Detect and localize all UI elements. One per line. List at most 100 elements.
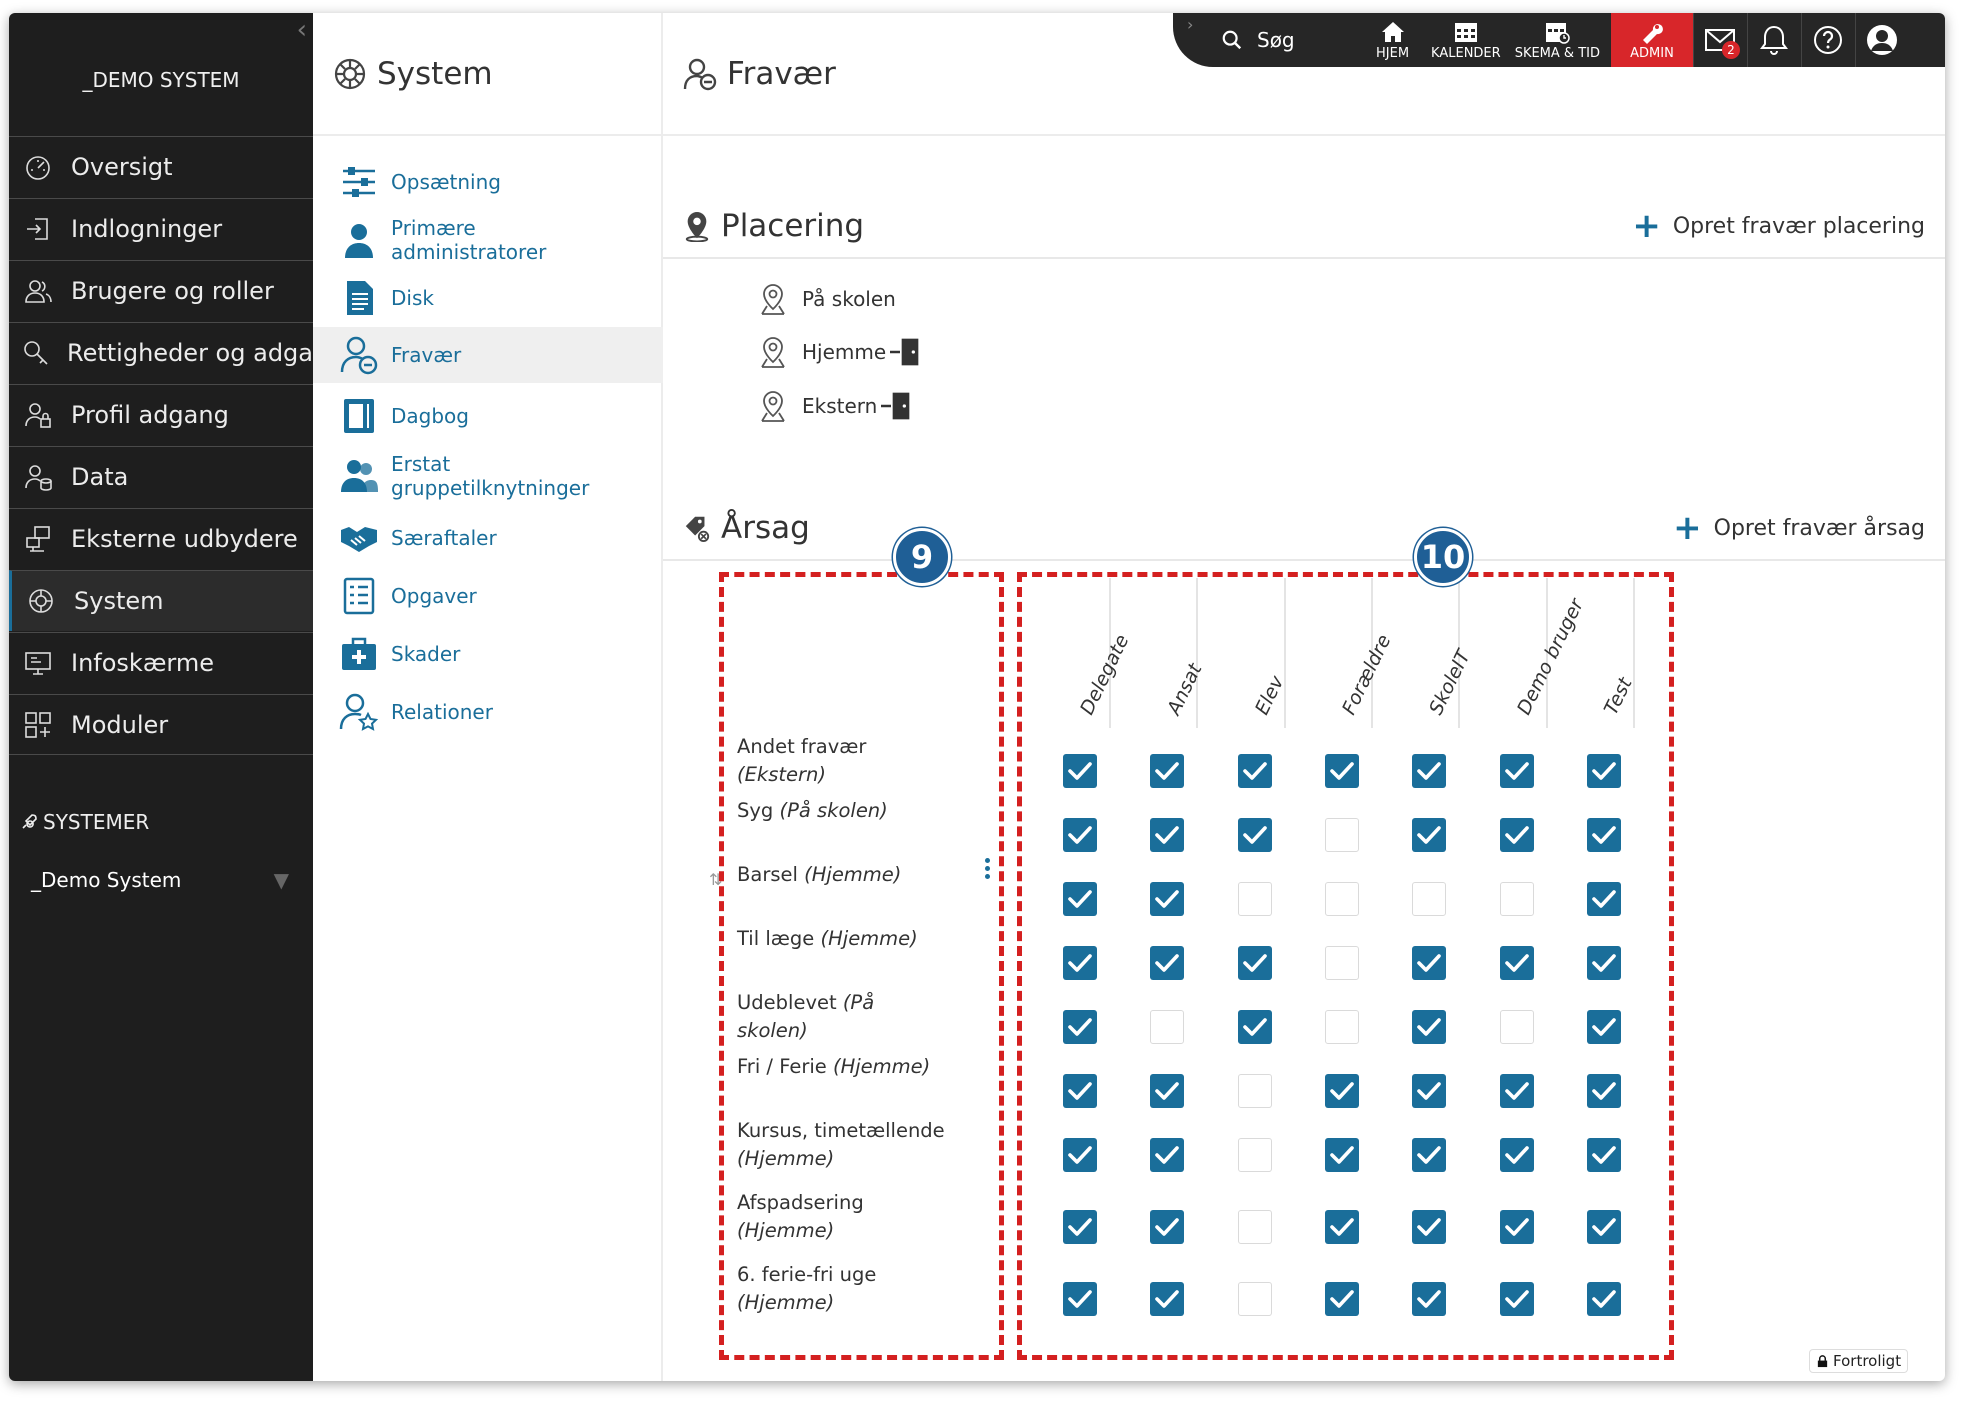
arsag-title: Årsag [721, 510, 810, 546]
menu-item-skader[interactable]: Skader [313, 629, 663, 679]
sidebar-item-label: System [74, 587, 164, 615]
placering-label: Ekstern [802, 394, 878, 418]
sidebar-item-infoskaerme[interactable]: Infoskærme [9, 632, 313, 693]
diary-icon [339, 396, 379, 436]
sidebar-item-oversigt[interactable]: Oversigt [9, 136, 313, 197]
menu-item-saeraftaler[interactable]: Særaftaler [313, 513, 663, 563]
annotation-box-grid [1017, 572, 1674, 1360]
placering-header: Placering + Opret fravær placering [663, 195, 1945, 259]
placering-title: Placering [721, 208, 865, 244]
nav-label: ADMIN [1630, 45, 1674, 61]
menu-item-label: Erstat gruppetilknytninger [391, 452, 590, 500]
menu-item-fravaer[interactable]: Fravær [313, 327, 663, 383]
brand-label: _DEMO SYSTEM [82, 68, 240, 92]
create-arsag-button[interactable]: + Opret fravær årsag [1673, 511, 1925, 545]
unread-badge: 2 [1721, 41, 1740, 59]
menu-item-relationer[interactable]: Relationer [313, 687, 663, 737]
location-pin-icon [761, 337, 785, 368]
sidebar-item-label: Profil adgang [71, 401, 229, 429]
messages-button[interactable]: 2 [1692, 13, 1747, 67]
nav-hjem-button[interactable]: HJEM [1369, 13, 1416, 67]
callout-badge-9: 9 [893, 528, 951, 586]
exit-door-icon [881, 392, 910, 420]
users-icon [21, 274, 55, 308]
monitor-icon [21, 646, 55, 680]
menu-item-label: Opsætning [391, 170, 501, 194]
systemer-label: SYSTEMER [43, 810, 150, 834]
system-menu: System Opsætning Primære administratorer… [313, 13, 663, 1381]
calendar-icon [1454, 22, 1477, 42]
schedule-icon [1546, 22, 1571, 44]
search-button[interactable]: Søg [1221, 28, 1341, 52]
sidebar-item-brugere-og-roller[interactable]: Brugere og roller [9, 260, 313, 321]
plus-icon: + [1632, 206, 1661, 246]
login-icon [21, 212, 55, 246]
sidebar-item-label: Oversigt [71, 153, 173, 181]
help-button[interactable] [1800, 13, 1855, 67]
menu-item-primaere-administratorer[interactable]: Primære administratorer [313, 211, 663, 269]
notifications-button[interactable] [1746, 13, 1801, 67]
top-bar: › Søg HJEM KALENDER SKEMA & TID ADMIN 2 [1173, 13, 1945, 67]
user-absence-icon [339, 335, 379, 375]
system-select[interactable]: _Demo System ▼ [31, 868, 301, 892]
create-placering-button[interactable]: + Opret fravær placering [1632, 209, 1925, 243]
placering-item[interactable]: Hjemme [758, 335, 934, 369]
sidebar-item-label: Rettigheder og adgang [67, 339, 344, 367]
sidebar-item-label: Data [71, 463, 129, 491]
menu-item-label: Primære administratorer [391, 216, 547, 264]
search-icon [1222, 30, 1242, 50]
collapse-sidebar-icon[interactable]: ‹ [297, 15, 307, 45]
nav-kalender-button[interactable]: KALENDER [1424, 13, 1508, 67]
sidebar-item-eksterne-udbydere[interactable]: Eksterne udbydere [9, 508, 313, 569]
sidebar-item-profil-adgang[interactable]: Profil adgang [9, 384, 313, 445]
annotation-box-reasons [719, 572, 1004, 1360]
key-search-icon [21, 336, 51, 370]
main-content: Fravær Placering + Opret fravær placerin… [663, 13, 1945, 1381]
user-lock-icon [21, 398, 55, 432]
caret-down-icon: ▼ [273, 868, 289, 892]
lock-icon [1817, 1354, 1828, 1367]
menu-item-opsaetning[interactable]: Opsætning [313, 160, 663, 204]
nav-skema-tid-button[interactable]: SKEMA & TID [1508, 13, 1607, 67]
sidebar-item-data[interactable]: Data [9, 446, 313, 507]
placering-item[interactable]: På skolen [758, 282, 896, 316]
sidebar-item-system[interactable]: System [9, 570, 313, 631]
user-absence-icon [683, 58, 717, 90]
nav-label: KALENDER [1431, 45, 1501, 61]
placering-item[interactable]: Ekstern [758, 389, 925, 423]
create-arsag-label: Opret fravær årsag [1713, 515, 1925, 541]
main-sidebar: ‹ _DEMO SYSTEM Oversigt Indlogninger Bru… [9, 13, 343, 1381]
confidential-badge: Fortroligt [1809, 1349, 1909, 1373]
first-aid-icon [339, 634, 379, 674]
confidential-label: Fortroligt [1833, 1352, 1902, 1370]
sidebar-item-label: Brugere og roller [71, 277, 274, 305]
chevron-right-icon[interactable]: › [1187, 15, 1193, 34]
menu-item-disk[interactable]: Disk [313, 273, 663, 323]
external-providers-icon [21, 522, 55, 556]
location-user-icon [685, 212, 709, 242]
rocket-icon [22, 814, 37, 829]
sidebar-item-moduler[interactable]: Moduler [9, 694, 313, 755]
arsag-header: Årsag + Opret fravær årsag [663, 497, 1945, 561]
profile-button[interactable] [1854, 13, 1909, 67]
document-icon [339, 278, 379, 318]
menu-item-dagbog[interactable]: Dagbog [313, 391, 663, 441]
sidebar-item-indlogninger[interactable]: Indlogninger [9, 198, 313, 259]
menu-item-label: Fravær [391, 343, 462, 367]
modules-icon [21, 708, 55, 742]
menu-item-opgaver[interactable]: Opgaver [313, 571, 663, 621]
gauge-icon [21, 150, 55, 184]
admin-user-icon [339, 220, 379, 260]
system-menu-header: System [313, 13, 663, 136]
create-placering-label: Opret fravær placering [1672, 213, 1925, 239]
system-menu-title: System [377, 55, 493, 92]
nav-admin-button[interactable]: ADMIN [1610, 13, 1693, 67]
group-replace-icon [339, 456, 379, 496]
menu-item-erstat-gruppetilknytninger[interactable]: Erstat gruppetilknytninger [313, 447, 663, 505]
systemer-heading: SYSTEMER [19, 810, 149, 834]
nav-label: HJEM [1376, 45, 1410, 61]
sidebar-item-rettigheder[interactable]: Rettigheder og adgang [9, 322, 343, 383]
search-label: Søg [1257, 28, 1295, 52]
globe-cog-icon [24, 584, 58, 618]
plus-icon: + [1673, 508, 1702, 548]
